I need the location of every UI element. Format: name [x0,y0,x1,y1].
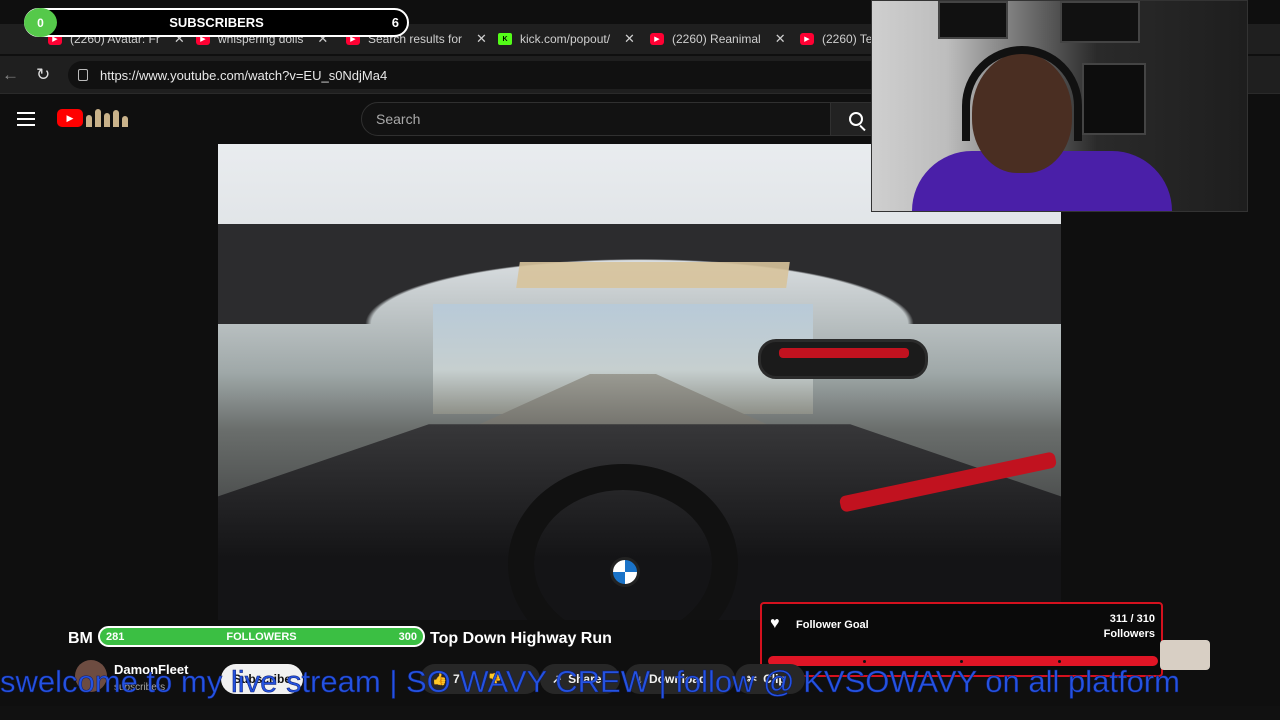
stream-marquee: swelcome to my live stream | SO WAVY CRE… [0,664,1180,699]
bmw-logo-icon [610,557,640,587]
follower-goal-count: 311 / 310 Followers [1104,612,1155,642]
reload-icon[interactable]: ↻ [36,65,50,85]
close-icon[interactable]: ✕ [476,31,487,47]
video-player[interactable] [218,144,1061,620]
video-scene-visor [516,262,790,288]
tab-6[interactable]: ▶ (2260) Te [790,24,882,54]
close-icon[interactable]: ✕ [775,31,786,47]
headset-icon [962,46,1082,141]
webcam-overlay [871,0,1248,212]
follower-goal-title: Follower Goal [796,619,869,631]
youtube-icon: ▶ [800,33,814,45]
youtube-logo-icon[interactable]: ▶ [57,109,83,127]
subscribers-count-badge: 0 [24,8,57,37]
back-icon[interactable]: ← [2,65,19,85]
search-icon [848,112,863,126]
wall-poster [1060,1,1140,43]
subscribers-goal-number: 6 [391,15,399,30]
follower-goal-unit: Followers [1103,628,1155,640]
followers-goal-bar: 281 FOLLOWERS 300 [98,626,425,647]
subscribers-label: SUBSCRIBERS [169,15,264,30]
follower-goal-numbers: 311 / 310 [1109,613,1155,625]
tab-5[interactable]: ▶ (2260) Reanimal ✕ [640,24,796,54]
youtube-doodle-icon[interactable] [86,107,132,127]
kick-icon: K [498,33,512,45]
video-scene-mirror [758,339,928,379]
url-field[interactable]: https://www.youtube.com/watch?v=EU_s0Ndj… [68,61,888,89]
wall-poster [938,1,1008,39]
lock-icon [78,69,88,81]
hamburger-menu-icon[interactable] [17,112,35,126]
search-placeholder: Search [376,111,421,127]
bottom-strip [0,706,1280,720]
video-title-end: Top Down Highway Run [430,630,612,647]
subscribers-goal-bar: SUBSCRIBERS 0 6 [24,8,409,37]
heart-hands-icon: ♥ [770,615,780,632]
tab-4[interactable]: Kkick.com/popout/✕ [488,24,645,54]
search-input[interactable]: Search [361,102,831,136]
close-icon[interactable]: ✕ [624,31,635,47]
wall-poster [1082,63,1146,135]
followers-label: FOLLOWERS [226,631,297,643]
youtube-icon: ▶ [650,33,664,45]
video-title-start: BM [68,630,93,647]
followers-goal: 300 [398,631,417,643]
url-text: https://www.youtube.com/watch?v=EU_s0Ndj… [100,67,388,83]
